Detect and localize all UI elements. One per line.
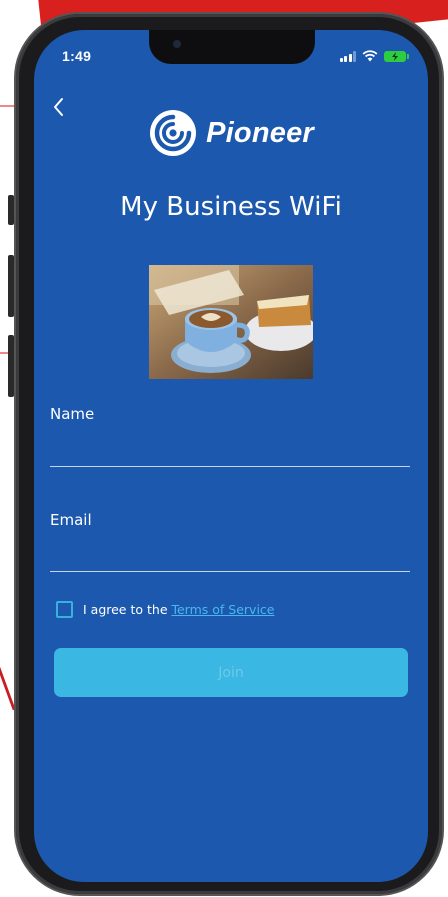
camera-icon	[173, 40, 181, 48]
battery-icon	[384, 50, 409, 62]
phone-screen: 1:49 Pioneer My Business WiFi Name Email…	[34, 30, 428, 882]
join-button-label: Join	[218, 664, 244, 681]
name-label: Name	[50, 405, 95, 423]
coffee-photo-icon	[149, 265, 313, 379]
pioneer-logo-icon	[150, 110, 197, 156]
terms-agreement-row: I agree to the Terms of Service	[56, 601, 275, 618]
email-input[interactable]	[50, 541, 410, 572]
phone-side-button	[8, 195, 14, 225]
status-icons	[339, 50, 409, 62]
email-label: Email	[50, 511, 92, 529]
phone-notch	[149, 30, 315, 64]
status-time: 1:49	[62, 48, 92, 64]
wifi-icon	[362, 50, 378, 62]
join-button[interactable]: Join	[54, 648, 408, 697]
page-title: My Business WiFi	[120, 192, 342, 222]
phone-side-button	[8, 335, 14, 397]
agree-checkbox[interactable]	[56, 601, 73, 618]
hero-image	[149, 265, 313, 379]
phone-side-button	[8, 255, 14, 317]
agree-text: I agree to the Terms of Service	[83, 602, 275, 617]
signal-icon	[339, 50, 356, 62]
terms-of-service-link[interactable]: Terms of Service	[171, 602, 274, 617]
charging-bolt-icon	[392, 51, 398, 61]
name-input[interactable]	[50, 436, 410, 467]
brand-logo: Pioneer	[34, 108, 428, 158]
brand-name: Pioneer	[206, 116, 314, 149]
agree-prefix: I agree to the	[83, 602, 172, 617]
